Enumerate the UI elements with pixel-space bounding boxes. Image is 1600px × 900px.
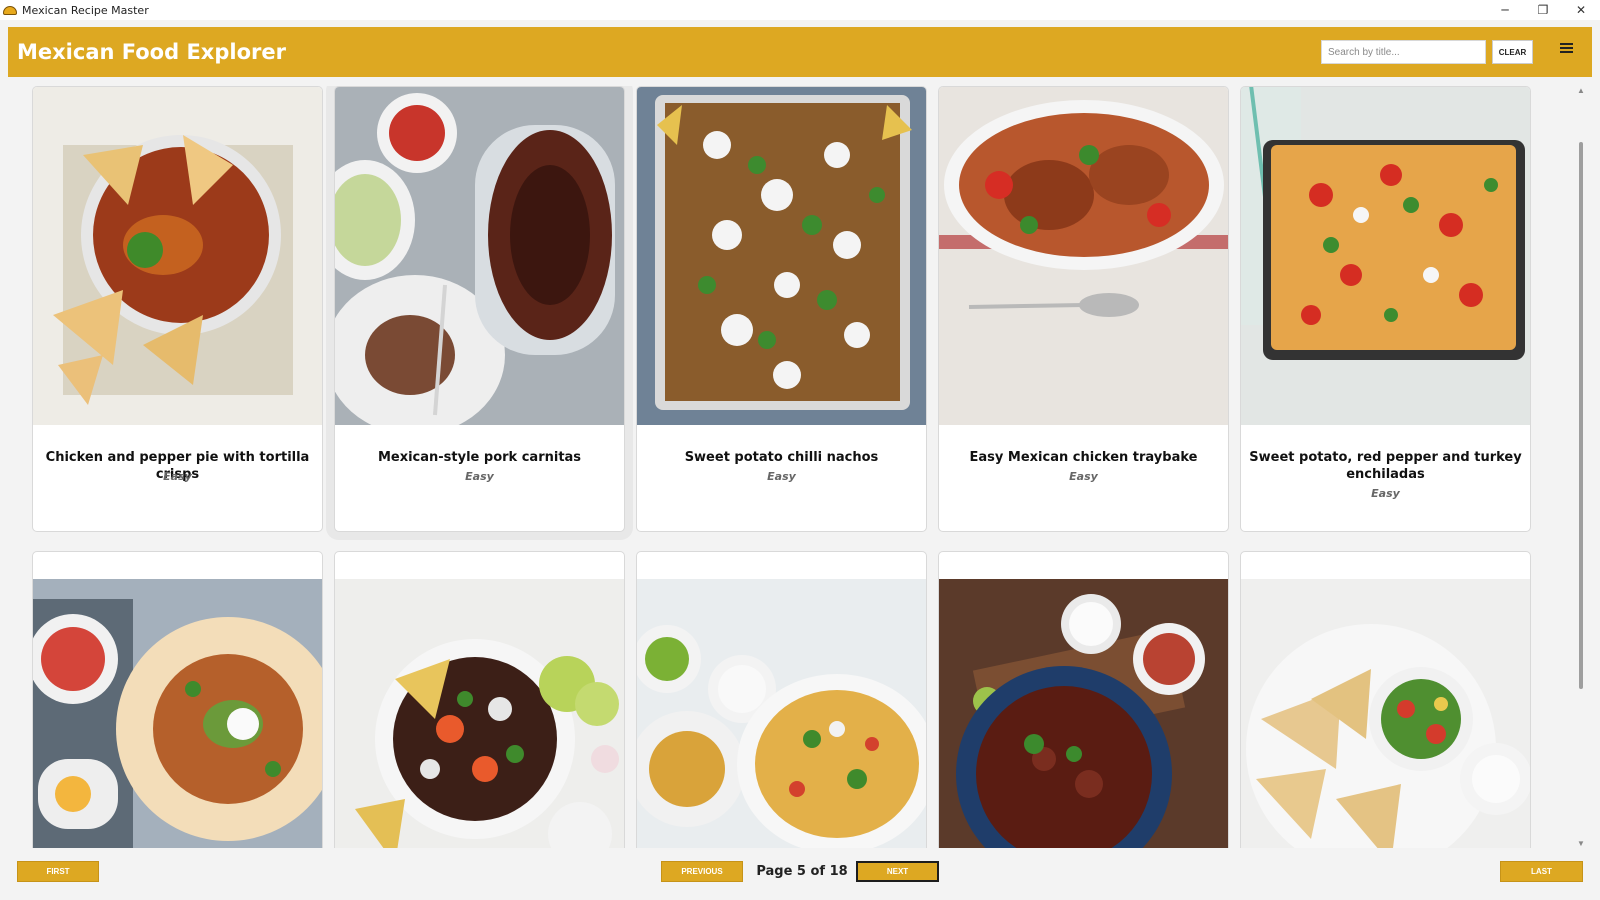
clear-button[interactable]: CLEAR (1492, 40, 1533, 64)
scroll-up-arrow-icon[interactable]: ▲ (1577, 86, 1585, 95)
recipe-title[interactable]: Sweet potato, red pepper and turkey ench… (1249, 449, 1522, 483)
scroll-down-arrow-icon[interactable]: ▼ (1577, 839, 1585, 848)
recipe-card[interactable] (1240, 551, 1531, 848)
minimize-button[interactable]: ─ (1486, 0, 1524, 20)
hamburger-icon[interactable] (1559, 41, 1575, 55)
enchilada-bake-photo (637, 579, 926, 848)
close-button[interactable]: ✕ (1562, 0, 1600, 20)
recipe-card[interactable]: Mexican-style pork carnitas Easy (334, 86, 625, 532)
recipe-card[interactable]: Easy Mexican chicken traybake Easy (938, 86, 1229, 532)
grid-scrollbar[interactable]: ▲ ▼ (1574, 86, 1588, 848)
recipe-card[interactable] (938, 551, 1229, 848)
recipe-difficulty: Easy (767, 470, 796, 483)
app-title: Mexican Food Explorer (17, 40, 286, 64)
recipe-card[interactable] (32, 551, 323, 848)
recipe-card[interactable]: Sweet potato chilli nachos Easy (636, 86, 927, 532)
window-title: Mexican Recipe Master (22, 3, 149, 17)
app-header: Mexican Food Explorer CLEAR (8, 27, 1592, 77)
chicken-tortilla-bowl-photo (335, 579, 624, 848)
last-page-button[interactable]: LAST (1500, 861, 1583, 882)
recipe-difficulty: Easy (163, 470, 192, 483)
next-page-button[interactable]: NEXT (856, 861, 939, 882)
recipe-card[interactable]: Chicken and pepper pie with tortilla cri… (32, 86, 323, 532)
recipe-difficulty: Easy (465, 470, 494, 483)
search-input[interactable] (1321, 40, 1486, 64)
chicken-pepper-pie-photo (33, 87, 322, 425)
recipe-title[interactable]: Sweet potato chilli nachos (645, 449, 918, 466)
scroll-thumb[interactable] (1579, 142, 1583, 689)
quesadillas-salad-photo (1241, 579, 1530, 848)
beef-chilli-pot-photo (939, 579, 1228, 848)
chicken-traybake-photo (939, 87, 1228, 425)
recipe-difficulty: Easy (1069, 470, 1098, 483)
recipe-card[interactable] (636, 551, 927, 848)
breakfast-tortilla-photo (33, 579, 322, 848)
page-indicator: Page 5 of 18 (756, 864, 848, 879)
sweet-potato-nachos-photo (637, 87, 926, 425)
recipe-card[interactable]: Sweet potato, red pepper and turkey ench… (1240, 86, 1531, 532)
pork-carnitas-photo (335, 87, 624, 425)
recipe-title[interactable]: Easy Mexican chicken traybake (947, 449, 1220, 466)
recipe-card[interactable] (334, 551, 625, 848)
window-controls: ─ ❐ ✕ (1486, 0, 1600, 20)
recipe-difficulty: Easy (1371, 487, 1400, 500)
first-page-button[interactable]: FIRST (17, 861, 99, 882)
previous-page-button[interactable]: PREVIOUS (661, 861, 743, 882)
recipe-title[interactable]: Mexican-style pork carnitas (343, 449, 616, 466)
restore-button[interactable]: ❐ (1524, 0, 1562, 20)
window-titlebar: Mexican Recipe Master ─ ❐ ✕ (0, 0, 1600, 20)
taco-icon (3, 4, 17, 16)
turkey-enchiladas-photo (1241, 87, 1530, 425)
recipe-grid: Chicken and pepper pie with tortilla cri… (32, 86, 1557, 848)
